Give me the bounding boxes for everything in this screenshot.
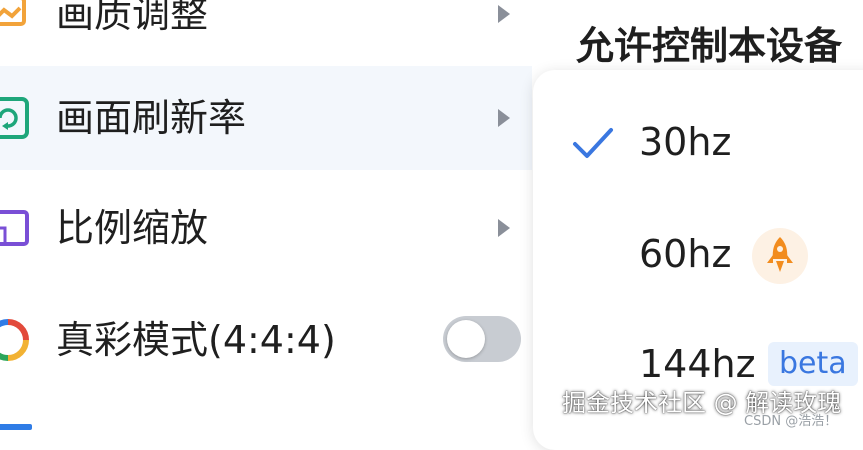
menu-item-picture-quality[interactable]: 画质调整 [0,0,532,46]
rocket-icon [767,237,793,272]
true-color-toggle[interactable] [443,316,521,362]
chevron-right-icon [498,219,510,237]
submenu-option-30hz[interactable]: 30hz [533,94,863,190]
submenu-option-label: 60hz [639,232,732,276]
picture-quality-icon [0,0,26,26]
menu-item-refresh-rate[interactable]: 画面刷新率 [0,66,532,170]
settings-menu: 画质调整 画面刷新率 比例缩放 真彩模式(4:4:4) [0,0,532,431]
menu-item-label: 画质调整 [56,0,209,36]
check-icon [573,128,613,158]
page-title: 允许控制本设备 [576,24,843,68]
menu-item-label: 画面刷新率 [56,96,247,140]
chevron-right-icon [498,109,510,127]
submenu-option-label: 144hz [639,342,756,386]
menu-item-label: 真彩模式(4:4:4) [56,318,336,362]
rocket-badge [752,228,808,284]
submenu-option-label: 30hz [639,120,732,164]
scaling-icon [0,210,29,246]
submenu-option-60hz[interactable]: 60hz [533,206,863,302]
menu-item-scaling[interactable]: 比例缩放 [0,176,532,280]
color-wheel-icon [0,319,29,361]
refresh-rate-icon [0,97,29,139]
chevron-right-icon [498,5,510,23]
menu-item-label: 比例缩放 [56,206,209,250]
beta-badge: beta [768,342,858,386]
partial-menu-icon [0,424,32,430]
toggle-knob [447,320,485,358]
watermark-small-text: CSDN @浩浩！ [744,414,838,429]
